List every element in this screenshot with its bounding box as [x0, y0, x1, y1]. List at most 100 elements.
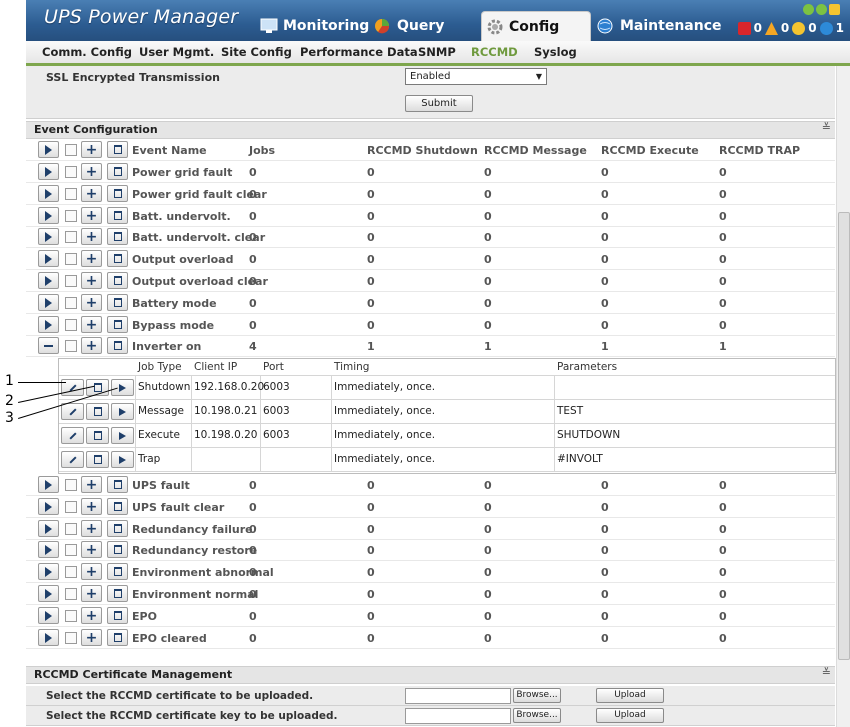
row-checkbox[interactable] — [65, 610, 77, 622]
event-config-header[interactable]: Event Configuration ≚ — [26, 121, 835, 139]
row-checkbox[interactable] — [65, 501, 77, 513]
subtab-snmp[interactable]: SNMP — [418, 45, 456, 59]
delete-jobs-button[interactable] — [107, 607, 128, 624]
expand-row-button[interactable] — [38, 563, 59, 580]
delete-jobs-button[interactable] — [107, 272, 128, 289]
row-checkbox[interactable] — [65, 544, 77, 556]
subtab-syslog[interactable]: Syslog — [534, 45, 577, 59]
expand-row-button[interactable] — [38, 476, 59, 493]
delete-jobs-button[interactable] — [107, 563, 128, 580]
delete-jobs-button[interactable] — [107, 337, 128, 354]
row-checkbox[interactable] — [65, 253, 77, 265]
subtab-comm-config[interactable]: Comm. Config — [42, 45, 132, 59]
expand-row-button[interactable] — [38, 250, 59, 267]
cert-header[interactable]: RCCMD Certificate Management ≚ — [26, 666, 835, 684]
delete-jobs-button[interactable] — [107, 294, 128, 311]
add-job-button[interactable]: + — [81, 185, 102, 202]
row-checkbox[interactable] — [65, 188, 77, 200]
expand-all-button[interactable] — [38, 141, 59, 158]
collapse-row-button[interactable] — [38, 337, 59, 354]
add-job-button[interactable]: + — [81, 316, 102, 333]
expand-row-button[interactable] — [38, 185, 59, 202]
row-checkbox[interactable] — [65, 319, 77, 331]
row-checkbox[interactable] — [65, 523, 77, 535]
upload-button[interactable]: Upload — [596, 708, 664, 723]
expand-row-button[interactable] — [38, 629, 59, 646]
expand-row-button[interactable] — [38, 272, 59, 289]
edit-job-button[interactable] — [61, 451, 84, 468]
collapse-icon[interactable]: ≚ — [822, 121, 831, 134]
delete-jobs-button[interactable] — [107, 185, 128, 202]
delete-jobs-button[interactable] — [107, 629, 128, 646]
delete-job-button[interactable] — [86, 427, 109, 444]
delete-jobs-button[interactable] — [107, 163, 128, 180]
expand-row-button[interactable] — [38, 520, 59, 537]
add-job-button[interactable]: + — [81, 250, 102, 267]
delete-jobs-button[interactable] — [107, 316, 128, 333]
help-icon[interactable] — [803, 4, 814, 15]
tab-query[interactable]: Query — [374, 11, 444, 41]
row-checkbox[interactable] — [65, 479, 77, 491]
warning-icon[interactable] — [764, 21, 778, 35]
expand-row-button[interactable] — [38, 207, 59, 224]
add-job-button[interactable]: + — [81, 476, 102, 493]
add-job-button[interactable]: + — [81, 498, 102, 515]
cert-key-file-input[interactable] — [405, 708, 511, 724]
expand-row-button[interactable] — [38, 163, 59, 180]
add-job-button[interactable]: + — [81, 541, 102, 558]
expand-row-button[interactable] — [38, 585, 59, 602]
expand-row-button[interactable] — [38, 228, 59, 245]
expand-row-button[interactable] — [38, 541, 59, 558]
notice-icon[interactable] — [819, 21, 833, 35]
delete-job-button[interactable] — [86, 451, 109, 468]
browse-button[interactable]: Browse... — [513, 688, 561, 703]
logout-icon[interactable] — [829, 4, 840, 15]
test-job-button[interactable] — [111, 403, 134, 420]
delete-jobs-button[interactable] — [107, 250, 128, 267]
add-job-button[interactable]: + — [81, 585, 102, 602]
submit-button[interactable]: Submit — [405, 95, 473, 112]
add-all-button[interactable]: + — [81, 141, 102, 158]
upload-button[interactable]: Upload — [596, 688, 664, 703]
collapse-icon[interactable]: ≚ — [822, 666, 831, 679]
browse-button[interactable]: Browse... — [513, 708, 561, 723]
add-job-button[interactable]: + — [81, 294, 102, 311]
add-job-button[interactable]: + — [81, 163, 102, 180]
row-checkbox[interactable] — [65, 632, 77, 644]
row-checkbox[interactable] — [65, 588, 77, 600]
delete-jobs-button[interactable] — [107, 207, 128, 224]
row-checkbox[interactable] — [65, 166, 77, 178]
tab-monitoring[interactable]: Monitoring — [260, 11, 369, 41]
row-checkbox[interactable] — [65, 297, 77, 309]
add-job-button[interactable]: + — [81, 207, 102, 224]
delete-jobs-button[interactable] — [107, 541, 128, 558]
test-job-button[interactable] — [111, 451, 134, 468]
expand-row-button[interactable] — [38, 498, 59, 515]
test-job-button[interactable] — [111, 427, 134, 444]
subtab-site-config[interactable]: Site Config — [221, 45, 292, 59]
expand-row-button[interactable] — [38, 607, 59, 624]
row-checkbox[interactable] — [65, 340, 77, 352]
scrollbar-thumb[interactable] — [838, 212, 850, 660]
add-job-button[interactable]: + — [81, 607, 102, 624]
subtab-user-mgmt[interactable]: User Mgmt. — [139, 45, 214, 59]
add-job-button[interactable]: + — [81, 272, 102, 289]
info-alarm-icon[interactable] — [792, 21, 806, 35]
subtab-performance-data[interactable]: Performance Data — [300, 45, 418, 59]
delete-all-button[interactable] — [107, 141, 128, 158]
row-checkbox[interactable] — [65, 210, 77, 222]
delete-jobs-button[interactable] — [107, 498, 128, 515]
delete-jobs-button[interactable] — [107, 476, 128, 493]
add-job-button[interactable]: + — [81, 520, 102, 537]
add-job-button[interactable]: + — [81, 228, 102, 245]
row-checkbox[interactable] — [65, 231, 77, 243]
expand-row-button[interactable] — [38, 316, 59, 333]
row-checkbox[interactable] — [65, 275, 77, 287]
edit-job-button[interactable] — [61, 403, 84, 420]
edit-job-button[interactable] — [61, 427, 84, 444]
select-all-checkbox[interactable] — [65, 144, 77, 156]
user-icon[interactable] — [816, 4, 827, 15]
tab-config[interactable]: Config — [481, 11, 591, 41]
row-checkbox[interactable] — [65, 566, 77, 578]
delete-jobs-button[interactable] — [107, 228, 128, 245]
